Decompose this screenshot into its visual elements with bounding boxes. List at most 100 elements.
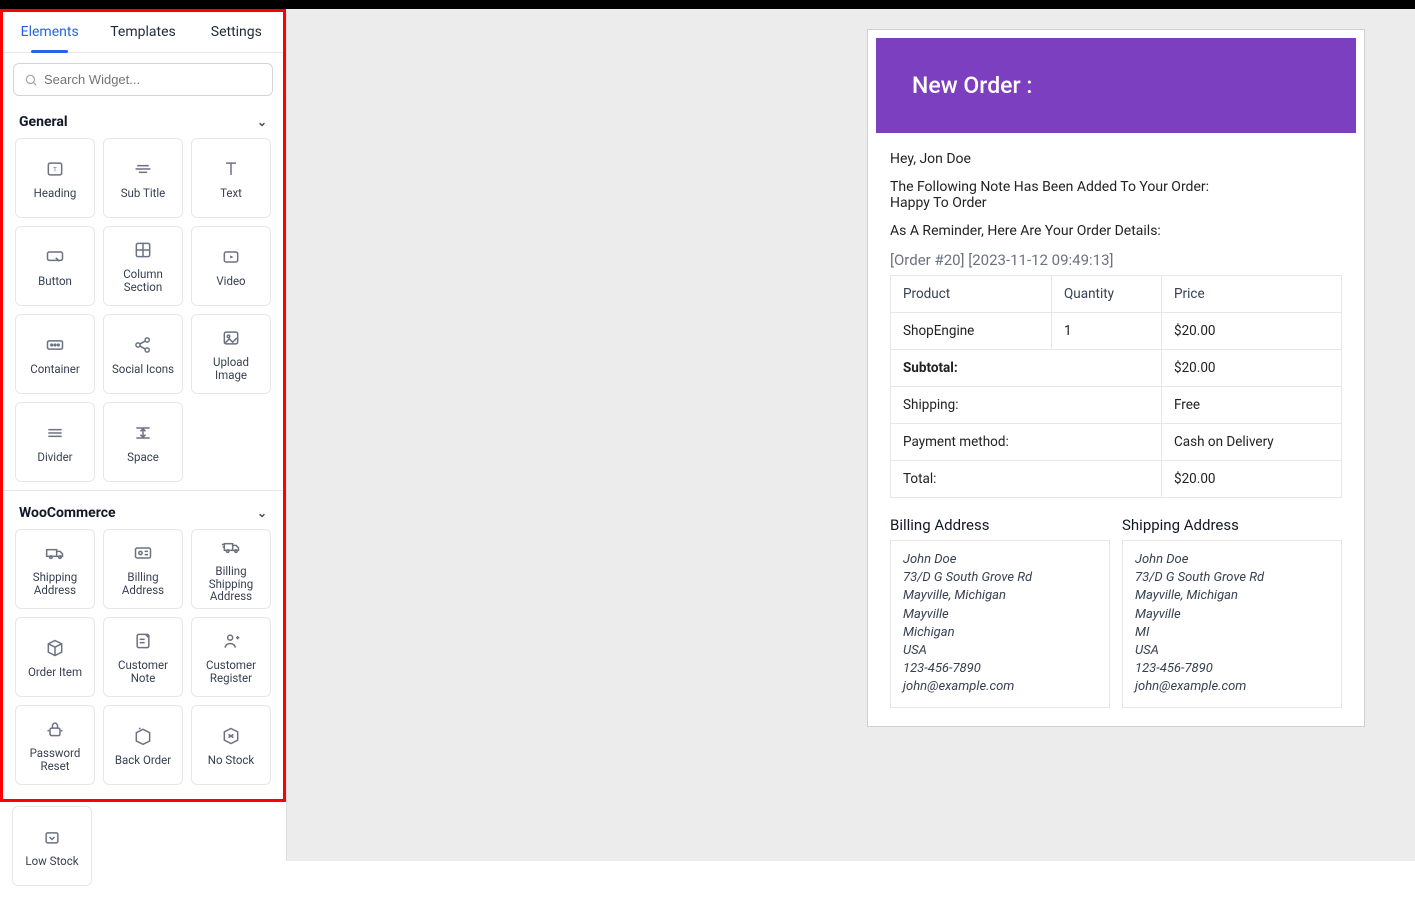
general-widgets: T Heading Sub Title Text Button Column Se… — [3, 138, 283, 490]
widget-social-icons[interactable]: Social Icons — [103, 314, 183, 394]
addr-line: USA — [1135, 642, 1329, 660]
widget-billing-address[interactable]: Billing Address — [103, 529, 183, 609]
widget-label: Video — [216, 275, 245, 288]
addr-line: 123-456-7890 — [1135, 660, 1329, 678]
subtotal-value: $20.00 — [1162, 350, 1342, 387]
section-general[interactable]: General ⌄ — [3, 100, 283, 138]
widget-password-reset[interactable]: Password Reset — [15, 705, 95, 785]
video-icon — [221, 245, 241, 269]
widget-label: Sub Title — [121, 187, 166, 200]
widget-no-stock[interactable]: No Stock — [191, 705, 271, 785]
heading-icon: T — [45, 157, 65, 181]
tab-templates[interactable]: Templates — [96, 12, 189, 52]
widget-label: Container — [30, 363, 80, 376]
shipping-column: Shipping Address John Doe 73/D G South G… — [1122, 516, 1342, 708]
image-icon — [221, 326, 241, 350]
lowstock-icon — [42, 825, 62, 849]
tab-elements[interactable]: Elements — [3, 12, 96, 52]
sidebar-tabs: Elements Templates Settings — [3, 12, 283, 53]
search-icon — [24, 73, 38, 87]
addr-line: 73/D G South Grove Rd — [1135, 569, 1329, 587]
section-woocommerce-label: WooCommerce — [19, 505, 116, 521]
sidebar: Elements Templates Settings General ⌄ T H… — [0, 9, 287, 861]
widget-label: Button — [38, 275, 72, 288]
woocommerce-widgets: Shipping Address Billing Address Billing… — [3, 529, 283, 793]
table-row: ShopEngine 1 $20.00 — [891, 313, 1342, 350]
payment-label: Payment method: — [891, 424, 1162, 461]
widget-low-stock[interactable]: Low Stock — [12, 806, 92, 886]
widget-order-item[interactable]: Order Item — [15, 617, 95, 697]
search-box[interactable] — [13, 63, 273, 96]
widget-video[interactable]: Video — [191, 226, 271, 306]
table-row: Payment method: Cash on Delivery — [891, 424, 1342, 461]
text-icon — [221, 157, 241, 181]
cell-qty: 1 — [1052, 313, 1162, 350]
email-header: New Order : — [876, 38, 1356, 133]
addr-line: john@example.com — [903, 678, 1097, 696]
chevron-down-icon: ⌄ — [257, 115, 267, 129]
grid-icon — [133, 238, 153, 262]
subtotal-label-text: Subtotal: — [903, 360, 958, 376]
addr-line: 73/D G South Grove Rd — [903, 569, 1097, 587]
col-qty: Quantity — [1052, 276, 1162, 313]
widget-shipping-address[interactable]: Shipping Address — [15, 529, 95, 609]
addr-line: 123-456-7890 — [903, 660, 1097, 678]
widget-column-section[interactable]: Column Section — [103, 226, 183, 306]
table-row: Subtotal: $20.00 — [891, 350, 1342, 387]
widget-space[interactable]: Space — [103, 402, 183, 482]
search-input[interactable] — [44, 72, 262, 87]
top-blackbar — [0, 0, 1415, 9]
addr-line: USA — [903, 642, 1097, 660]
widget-divider[interactable]: Divider — [15, 402, 95, 482]
cell-price: $20.00 — [1162, 313, 1342, 350]
truck-icon — [44, 541, 66, 565]
col-price: Price — [1162, 276, 1342, 313]
highlighted-panel: Elements Templates Settings General ⌄ T H… — [0, 9, 286, 802]
widget-subtitle[interactable]: Sub Title — [103, 138, 183, 218]
tab-settings-label: Settings — [211, 24, 262, 40]
payment-value: Cash on Delivery — [1162, 424, 1342, 461]
widget-upload-image[interactable]: Upload Image — [191, 314, 271, 394]
widget-label: Customer Note — [108, 659, 178, 684]
widget-customer-register[interactable]: Customer Register — [191, 617, 271, 697]
button-icon — [44, 245, 66, 269]
widget-text[interactable]: Text — [191, 138, 271, 218]
widget-button[interactable]: Button — [15, 226, 95, 306]
svg-text:T: T — [53, 165, 57, 173]
widget-label: Upload Image — [196, 356, 266, 381]
widget-customer-note[interactable]: Customer Note — [103, 617, 183, 697]
widget-label: Divider — [37, 451, 72, 464]
chevron-down-icon: ⌄ — [257, 506, 267, 520]
shipping-label: Shipping: — [891, 387, 1162, 424]
widget-label: Social Icons — [112, 363, 174, 376]
widget-label: Customer Register — [196, 659, 266, 684]
email-greeting: Hey, Jon Doe — [890, 151, 1342, 167]
widget-billing-shipping-address[interactable]: Billing Shipping Address — [191, 529, 271, 609]
social-icon — [133, 333, 153, 357]
tab-elements-label: Elements — [21, 24, 79, 40]
section-woocommerce[interactable]: WooCommerce ⌄ — [3, 490, 283, 529]
widget-back-order[interactable]: Back Order — [103, 705, 183, 785]
backorder-icon — [133, 724, 153, 748]
addr-line: john@example.com — [1135, 678, 1329, 696]
user-plus-icon — [221, 629, 241, 653]
addr-line: Mayville, Michigan — [903, 587, 1097, 605]
package-icon — [45, 636, 65, 660]
email-note-intro: The Following Note Has Been Added To You… — [890, 179, 1209, 195]
widget-label: Heading — [34, 187, 77, 200]
tab-settings[interactable]: Settings — [190, 12, 283, 52]
widget-heading[interactable]: T Heading — [15, 138, 95, 218]
total-value: $20.00 — [1162, 461, 1342, 498]
billing-box: John Doe 73/D G South Grove Rd Mayville,… — [890, 540, 1110, 708]
preview-area: New Order : Hey, Jon Doe The Following N… — [287, 9, 1415, 861]
widget-container[interactable]: Container — [15, 314, 95, 394]
table-row: Product Quantity Price — [891, 276, 1342, 313]
addr-line: John Doe — [1135, 551, 1329, 569]
table-row: Shipping: Free — [891, 387, 1342, 424]
widget-label: Text — [220, 187, 242, 200]
shipping-value: Free — [1162, 387, 1342, 424]
widget-label: Space — [127, 451, 159, 464]
section-general-label: General — [19, 114, 68, 130]
widget-label: Column Section — [108, 268, 178, 293]
table-row: Total: $20.00 — [891, 461, 1342, 498]
